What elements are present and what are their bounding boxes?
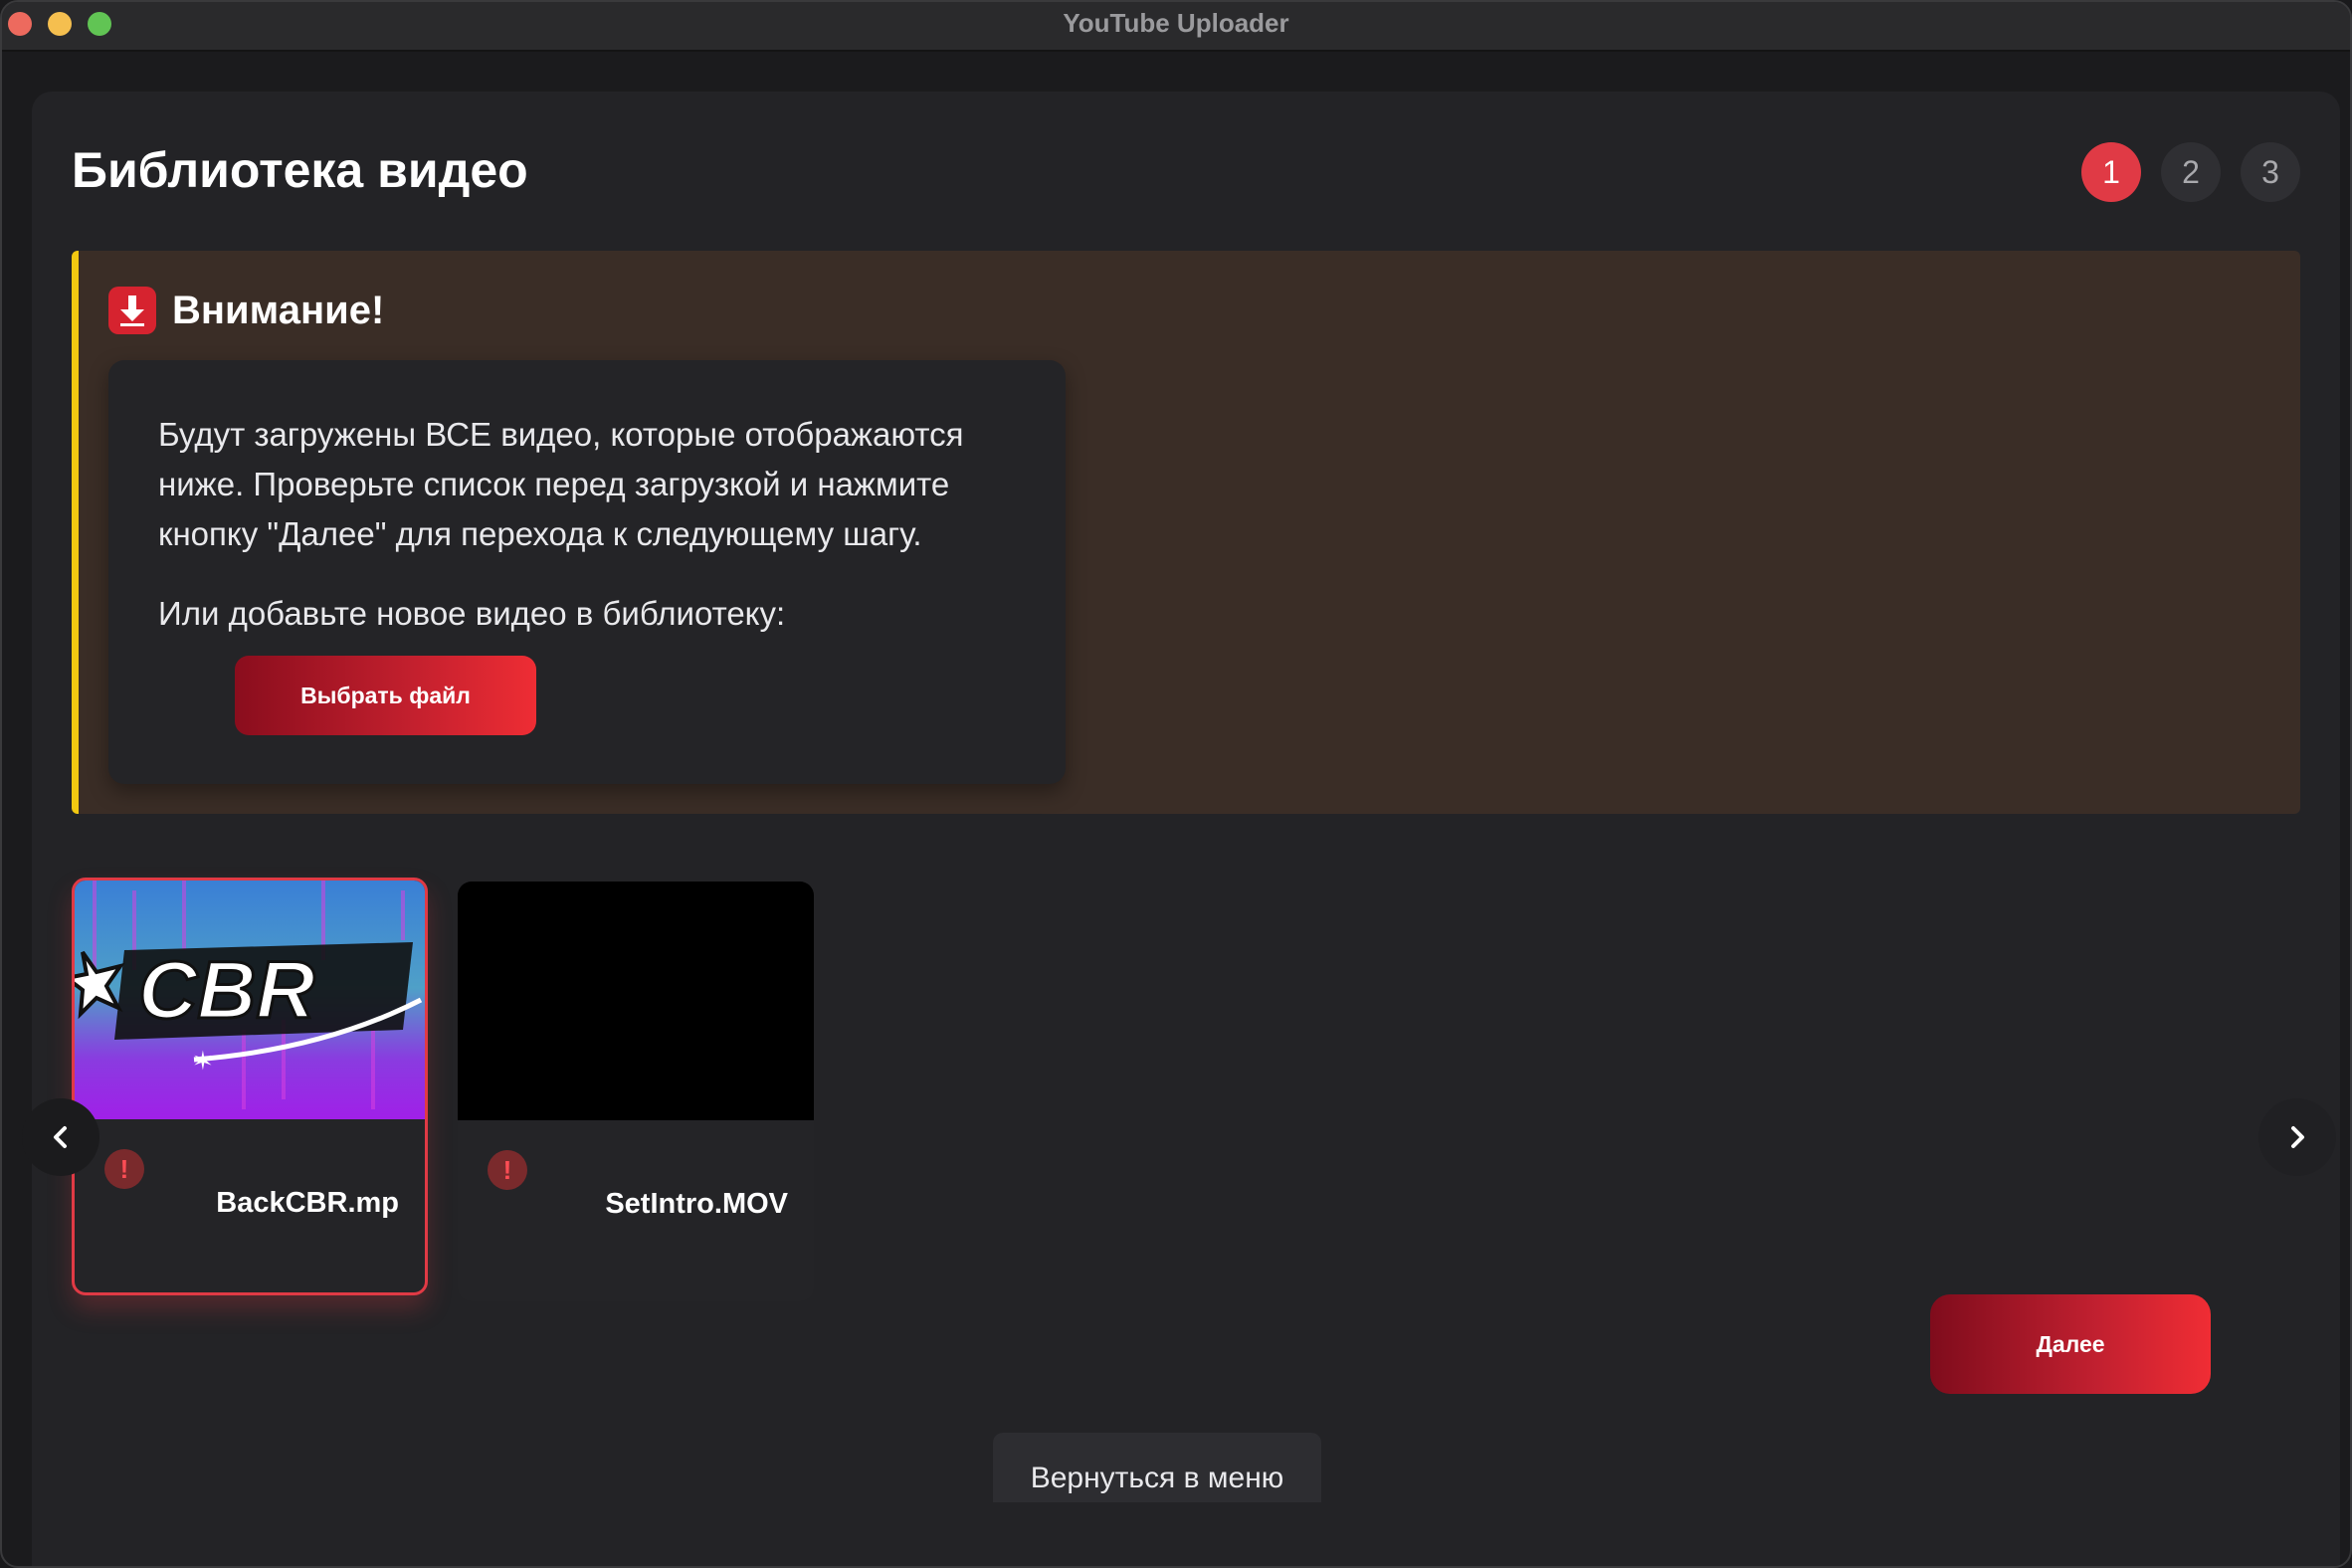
title-bar: YouTube Uploader <box>2 2 2350 52</box>
cbr-logo-thumbnail: CBR ✶ <box>75 881 425 1119</box>
chevron-right-icon <box>2291 1126 2304 1148</box>
warning-header: Внимание! <box>108 287 384 334</box>
svg-text:CBR: CBR <box>138 945 315 1036</box>
warning-block: Внимание! Будут загружены ВСЕ видео, кот… <box>72 251 2300 814</box>
app-window: YouTube Uploader Библиотека видео 1 2 3 … <box>0 0 2352 1568</box>
step-2[interactable]: 2 <box>2161 142 2221 202</box>
carousel-next-button[interactable] <box>2258 1098 2336 1176</box>
svg-text:✶: ✶ <box>192 1047 214 1077</box>
warning-title: Внимание! <box>172 288 385 332</box>
error-icon: ! <box>488 1150 527 1190</box>
chevron-left-icon <box>54 1126 67 1148</box>
back-to-menu-button[interactable]: Вернуться в меню <box>993 1433 1321 1502</box>
download-arrow-icon <box>108 287 156 334</box>
window-title: YouTube Uploader <box>1063 8 1289 38</box>
step-3[interactable]: 3 <box>2241 142 2300 202</box>
video-file-name: BackCBR.mp <box>216 1187 399 1219</box>
black-thumbnail <box>458 882 814 1120</box>
video-file-name: SetIntro.MOV <box>605 1188 788 1220</box>
step-indicator: 1 2 3 <box>2081 142 2300 202</box>
next-button[interactable]: Далее <box>1930 1294 2211 1394</box>
warning-card: Будут загружены ВСЕ видео, которые отобр… <box>108 360 1066 784</box>
warning-subtext: Или добавьте новое видео в библиотеку: <box>158 595 786 632</box>
video-card[interactable]: ! SetIntro.MOV <box>458 882 814 1301</box>
video-card-body: ! SetIntro.MOV <box>458 1120 814 1301</box>
page-title: Библиотека видео <box>72 142 528 198</box>
carousel-prev-button[interactable] <box>22 1098 99 1176</box>
step-1[interactable]: 1 <box>2081 142 2141 202</box>
video-card-body: ! BackCBR.mp <box>75 1119 425 1292</box>
error-icon: ! <box>104 1149 144 1189</box>
choose-file-button[interactable]: Выбрать файл <box>235 656 536 735</box>
video-card[interactable]: CBR ✶ ! BackCBR.mp <box>72 878 428 1295</box>
warning-text: Будут загружены ВСЕ видео, которые отобр… <box>158 416 964 552</box>
video-carousel: CBR ✶ ! BackCBR.mp ! SetIntro.MOV <box>22 878 2340 1301</box>
